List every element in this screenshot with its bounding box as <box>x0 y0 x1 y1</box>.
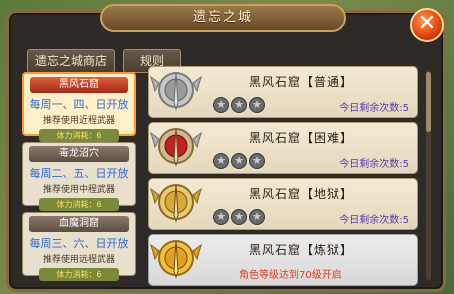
medal-icon <box>150 240 202 279</box>
remaining-attempts: 今日剩余次数:5 <box>339 159 409 170</box>
sidebar-item-2[interactable]: 血魔洞窟 每周三、六、日开放 推荐使用远程武器 体力消耗：6 <box>22 212 136 281</box>
card-stamina-cost: 体力消耗：6 <box>39 198 119 211</box>
star-icon: ★ <box>249 209 265 225</box>
star-rating: ★ ★ ★ <box>213 205 267 225</box>
remaining-attempts: 今日剩余次数:5 <box>339 215 409 226</box>
close-button[interactable]: ✕ <box>410 8 444 42</box>
level-row-0[interactable]: 黑风石窟【普通】 ★ ★ ★ 今日剩余次数:5 <box>148 66 418 118</box>
card-title: 毒龙沼穴 <box>29 146 129 162</box>
star-rating: ★ ★ ★ <box>213 93 267 113</box>
level-row-3[interactable]: 黑风石窟【炼狱】 角色等级达到70级开启 <box>148 234 418 286</box>
sidebar-item-1[interactable]: 毒龙沼穴 每周二、五、日开放 推荐使用中程武器 体力消耗：6 <box>22 142 136 211</box>
star-icon: ★ <box>231 153 247 169</box>
card-title: 黑风石窟 <box>30 77 128 93</box>
scrollbar-thumb[interactable] <box>426 72 431 132</box>
level-title: 黑风石窟【地狱】 <box>249 187 354 201</box>
medal-icon <box>150 128 202 167</box>
card-stamina-cost: 体力消耗：6 <box>39 129 119 142</box>
card-open-days: 每周三、六、日开放 <box>29 237 129 250</box>
card-weapon-hint: 推荐使用远程武器 <box>42 255 115 265</box>
star-icon: ★ <box>213 209 229 225</box>
window-title: 遗忘之城 <box>100 4 346 32</box>
level-title: 黑风石窟【普通】 <box>249 75 354 89</box>
card-open-days: 每周一、四、日开放 <box>29 98 129 111</box>
star-icon: ★ <box>213 97 229 113</box>
remaining-attempts: 今日剩余次数:5 <box>339 103 409 114</box>
card-weapon-hint: 推荐使用近程武器 <box>42 116 115 126</box>
card-weapon-hint: 推荐使用中程武器 <box>42 185 115 195</box>
star-icon: ★ <box>231 97 247 113</box>
star-rating: ★ ★ ★ <box>213 149 267 169</box>
tab-shop[interactable]: 遗忘之城商店 <box>27 49 115 73</box>
star-icon: ★ <box>231 209 247 225</box>
medal-icon <box>150 184 202 223</box>
card-title: 血魔洞窟 <box>29 216 129 232</box>
star-icon: ★ <box>249 153 265 169</box>
level-title: 黑风石窟【困难】 <box>249 131 354 145</box>
sidebar-item-0[interactable]: 黑风石窟 每周一、四、日开放 推荐使用近程武器 体力消耗：6 <box>22 72 136 142</box>
medal-icon <box>150 72 202 111</box>
card-open-days: 每周二、五、日开放 <box>29 167 129 180</box>
level-row-2[interactable]: 黑风石窟【地狱】 ★ ★ ★ 今日剩余次数:5 <box>148 178 418 230</box>
unlock-requirement: 角色等级达到70级开启 <box>239 270 342 281</box>
card-stamina-cost: 体力消耗：6 <box>39 268 119 281</box>
star-icon: ★ <box>249 97 265 113</box>
level-row-1[interactable]: 黑风石窟【困难】 ★ ★ ★ 今日剩余次数:5 <box>148 122 418 174</box>
level-title: 黑风石窟【炼狱】 <box>249 243 354 257</box>
star-icon: ★ <box>213 153 229 169</box>
